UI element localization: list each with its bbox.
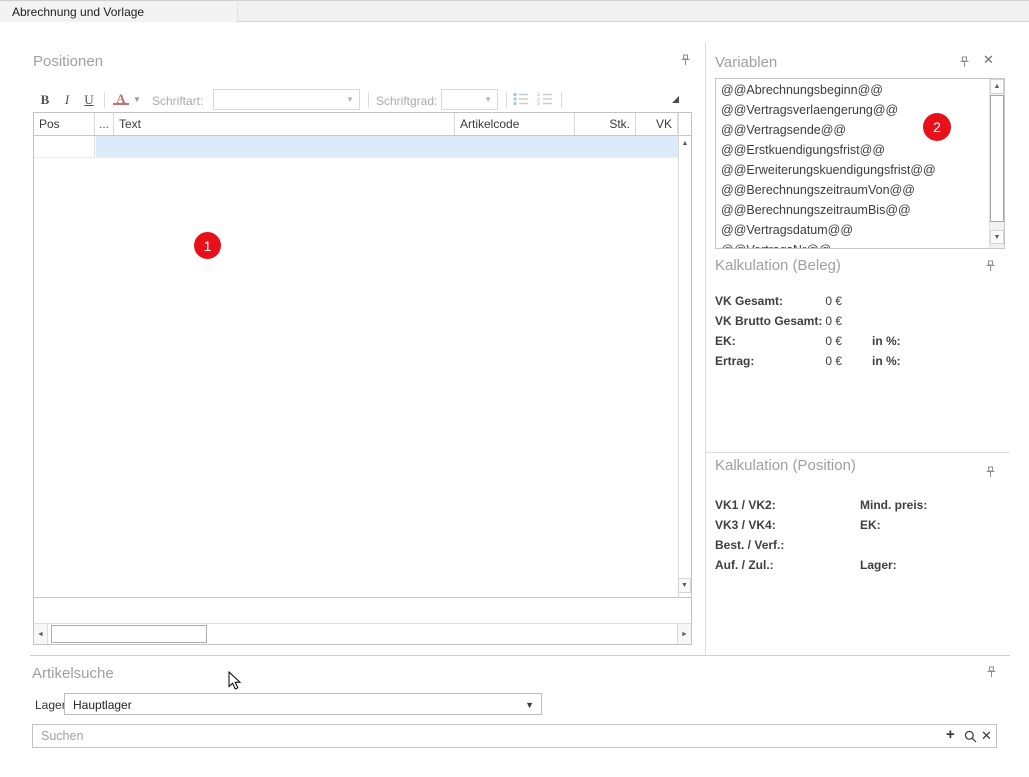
column-header-text[interactable]: Text <box>114 113 455 135</box>
svg-text:3: 3 <box>537 101 540 105</box>
mouse-cursor <box>228 671 241 690</box>
close-icon[interactable]: ✕ <box>983 53 994 66</box>
font-name-select[interactable]: ▼ <box>213 89 360 110</box>
scroll-down-button[interactable]: ▼ <box>990 230 1004 244</box>
position-row-label: Best. / Verf.: <box>715 538 784 552</box>
hscrollbar-thumb[interactable] <box>51 625 207 643</box>
scroll-down-button[interactable]: ▼ <box>678 578 691 593</box>
lager-select[interactable]: Hauptlager ▼ <box>64 693 542 715</box>
toolbar-separator <box>368 92 369 108</box>
scroll-left-button[interactable]: ◄ <box>34 624 48 644</box>
hscrollbar-top-border <box>34 623 691 624</box>
tab-bar: Abrechnung und Vorlage <box>0 0 1029 22</box>
beleg-row-extra: in %: <box>872 354 901 368</box>
positions-grid: Pos ... Text Artikelcode Stk. VK ▲ ▼ ◄ ► <box>33 112 692 645</box>
kalkulation-beleg-title: Kalkulation (Beleg) <box>715 257 841 274</box>
panel-divider <box>705 42 706 655</box>
beleg-row-extra: in %: <box>872 334 901 348</box>
selected-row[interactable] <box>96 136 678 157</box>
list-item[interactable]: @@Erweiterungskuendigungsfrist@@ <box>716 160 1004 180</box>
position-row-label: VK1 / VK2: <box>715 498 776 512</box>
toolbar-separator <box>104 92 105 108</box>
font-name-label: Schriftart: <box>152 94 203 108</box>
list-item[interactable]: @@Vertragsverlaengerung@@ <box>716 100 1004 120</box>
scroll-right-button[interactable]: ► <box>677 624 691 644</box>
pin-icon[interactable] <box>985 466 996 478</box>
beleg-row-label: EK: <box>715 334 736 348</box>
font-size-label: Schriftgrad: <box>376 94 437 108</box>
column-header-pos[interactable]: Pos <box>34 113 95 135</box>
column-header-stk[interactable]: Stk. <box>575 113 636 135</box>
lager-selected-value: Hauptlager <box>65 694 541 716</box>
list-item[interactable]: @@Vertragsende@@ <box>716 120 1004 140</box>
font-color-button[interactable]: A <box>113 91 129 105</box>
chevron-down-icon: ▼ <box>525 701 534 710</box>
section-divider <box>705 452 1010 453</box>
toolbar-separator <box>506 92 507 108</box>
annotation-marker-1: 1 <box>194 232 221 259</box>
beleg-row-value: 0 € <box>770 314 842 328</box>
toolbar-overflow-icon[interactable] <box>672 96 679 103</box>
variables-scrollbar[interactable]: ▲ ▼ <box>989 79 1004 248</box>
search-input[interactable] <box>32 724 997 748</box>
list-item[interactable]: @@BerechnungszeitraumBis@@ <box>716 200 1004 220</box>
column-header-dots[interactable]: ... <box>95 113 114 135</box>
search-icon[interactable] <box>964 730 977 743</box>
tab-abrechnung-und-vorlage[interactable]: Abrechnung und Vorlage <box>0 2 238 22</box>
position-row-label: Auf. / Zul.: <box>715 558 774 572</box>
italic-button[interactable]: I <box>61 92 73 108</box>
kalkulation-position-title: Kalkulation (Position) <box>715 457 856 474</box>
beleg-row-value: 0 € <box>770 354 842 368</box>
scroll-up-button[interactable]: ▲ <box>990 79 1004 94</box>
font-size-select[interactable]: ▼ <box>441 89 498 110</box>
bold-button[interactable]: B <box>37 92 53 108</box>
positionen-panel-title: Positionen <box>33 53 103 70</box>
numbered-list-icon[interactable]: 1 2 3 <box>537 92 553 105</box>
list-item[interactable]: @@Erstkuendigungsfrist@@ <box>716 140 1004 160</box>
list-item[interactable]: @@BerechnungszeitraumVon@@ <box>716 180 1004 200</box>
position-row-label: VK3 / VK4: <box>715 518 776 532</box>
position-row-label: Mind. preis: <box>860 498 927 512</box>
column-header-vk[interactable]: VK <box>636 113 678 135</box>
toolbar-separator <box>561 92 562 108</box>
clear-icon[interactable]: ✕ <box>981 729 992 743</box>
list-item[interactable]: @@VertragsNr@@ <box>716 240 1004 249</box>
beleg-row-value: 0 € <box>770 294 842 308</box>
position-row-label: EK: <box>860 518 881 532</box>
list-item[interactable]: @@Vertragsdatum@@ <box>716 220 1004 240</box>
add-icon[interactable]: + <box>946 727 955 743</box>
variables-list: @@Abrechnungsbeginn@@ @@Vertragsverlaeng… <box>715 78 1005 249</box>
artikelsuche-panel-title: Artikelsuche <box>32 665 114 682</box>
position-row-label: Lager: <box>860 558 897 572</box>
pin-icon[interactable] <box>680 54 691 66</box>
row-indicator-cell[interactable] <box>34 136 95 157</box>
row-divider <box>34 157 678 158</box>
beleg-row-value: 0 € <box>770 334 842 348</box>
pin-icon[interactable] <box>959 56 970 68</box>
pin-icon[interactable] <box>986 666 997 678</box>
pin-icon[interactable] <box>985 260 996 272</box>
scrollbar-divider <box>678 113 679 597</box>
scrollbar-thumb[interactable] <box>990 95 1004 222</box>
variablen-panel-title: Variablen <box>715 54 777 71</box>
chevron-down-icon[interactable]: ▼ <box>133 96 141 104</box>
table-bottom-border <box>34 597 691 598</box>
bullet-list-icon[interactable] <box>513 92 529 105</box>
beleg-row-label: Ertrag: <box>715 354 754 368</box>
column-header-artikelcode[interactable]: Artikelcode <box>455 113 575 135</box>
list-item[interactable]: @@Abrechnungsbeginn@@ <box>716 80 1004 100</box>
scroll-up-button[interactable]: ▲ <box>679 136 691 150</box>
annotation-marker-2: 2 <box>923 113 951 141</box>
underline-button[interactable]: U <box>81 92 97 108</box>
section-divider <box>30 655 1010 656</box>
app-window: Abrechnung und Vorlage Positionen B I U … <box>0 0 1029 777</box>
